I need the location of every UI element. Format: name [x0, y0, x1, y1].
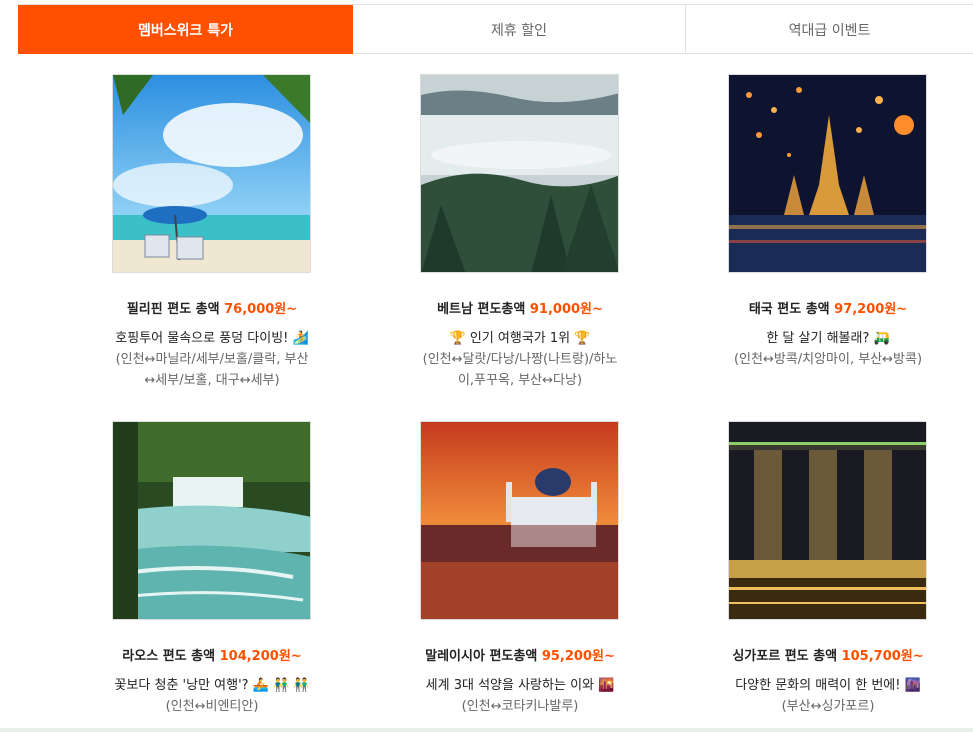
deal-title: 말레이시아 편도총액 95,200원~: [425, 649, 615, 664]
marina-bay-image[interactable]: [728, 421, 927, 620]
deal-description: 다양한 문화의 매력이 한 번에! 🌆 (부산↔싱가포르): [678, 675, 973, 717]
deal-title: 라오스 편도 총액 104,200원~: [122, 649, 302, 664]
deal-description: 꽃보다 청춘 '낭만 여행'? 🚣 👬 👬 (인천↔비엔티안): [62, 675, 362, 717]
tab-members-week[interactable]: 멤버스위크 특가: [18, 5, 353, 54]
tab-event[interactable]: 역대급 이벤트: [686, 5, 973, 54]
deal-tagline: 다양한 문화의 매력이 한 번에! 🌆: [735, 678, 921, 693]
deal-route: (인천↔방콕/치앙마이, 부산↔방콕): [733, 352, 923, 367]
deal-price: 95,200원~: [541, 649, 615, 664]
deal-description: 세계 3대 석양을 사랑하는 이와 🌇 (인천↔코타키나발루): [370, 675, 670, 717]
deal-price: 91,000원~: [529, 302, 603, 317]
deal-title: 태국 편도 총액 97,200원~: [748, 302, 908, 317]
deal-tagline: 꽃보다 청춘 '낭만 여행'? 🚣 👬 👬: [114, 678, 310, 693]
deal-tagline: 🏆 인기 여행국가 1위 🏆: [449, 331, 591, 346]
waterfall-image[interactable]: [112, 421, 311, 620]
deal-route: (인천↔마닐라/세부/보홀/클락, 부산↔세부/보홀, 대구↔세부): [115, 352, 309, 388]
deal-tagline: 세계 3대 석양을 사랑하는 이와 🌇: [425, 678, 615, 693]
deal-price: 97,200원~: [834, 302, 908, 317]
misty-forest-image[interactable]: [420, 74, 619, 273]
deal-price: 105,700원~: [841, 649, 924, 664]
deal-description: 🏆 인기 여행국가 1위 🏆 (인천↔달랏/다낭/나짱(나트랑)/하노이,푸꾸옥…: [370, 328, 670, 391]
deal-route: (인천↔달랏/다낭/나짱(나트랑)/하노이,푸꾸옥, 부산↔다낭): [422, 352, 618, 388]
deal-title: 필리핀 편도 총액 76,000원~: [126, 302, 298, 317]
beach-image[interactable]: [112, 74, 311, 273]
temple-lanterns-image[interactable]: [728, 74, 927, 273]
deal-tagline: 호핑투어 물속으로 풍덩 다이빙! 🏄: [115, 331, 309, 346]
deal-route: (부산↔싱가포르): [781, 699, 875, 714]
mosque-sunset-image[interactable]: [420, 421, 619, 620]
deal-description: 한 달 살기 해볼래? 🛺 (인천↔방콕/치앙마이, 부산↔방콕): [678, 328, 973, 370]
deal-price: 104,200원~: [219, 649, 302, 664]
deal-title: 싱가포르 편도 총액 105,700원~: [732, 649, 924, 664]
deal-price: 76,000원~: [224, 302, 298, 317]
deal-tagline: 한 달 살기 해볼래? 🛺: [766, 331, 890, 346]
deal-route: (인천↔코타키나발루): [461, 699, 579, 714]
tab-partner-discount[interactable]: 제휴 할인: [353, 5, 686, 54]
promo-tabs: 멤버스위크 특가 제휴 할인 역대급 이벤트: [18, 4, 973, 54]
deal-title: 베트남 편도총액 91,000원~: [437, 302, 603, 317]
deal-description: 호핑투어 물속으로 풍덩 다이빙! 🏄 (인천↔마닐라/세부/보홀/클락, 부산…: [62, 328, 362, 391]
deal-route: (인천↔비엔티안): [165, 699, 259, 714]
bottom-divider: [0, 728, 973, 732]
